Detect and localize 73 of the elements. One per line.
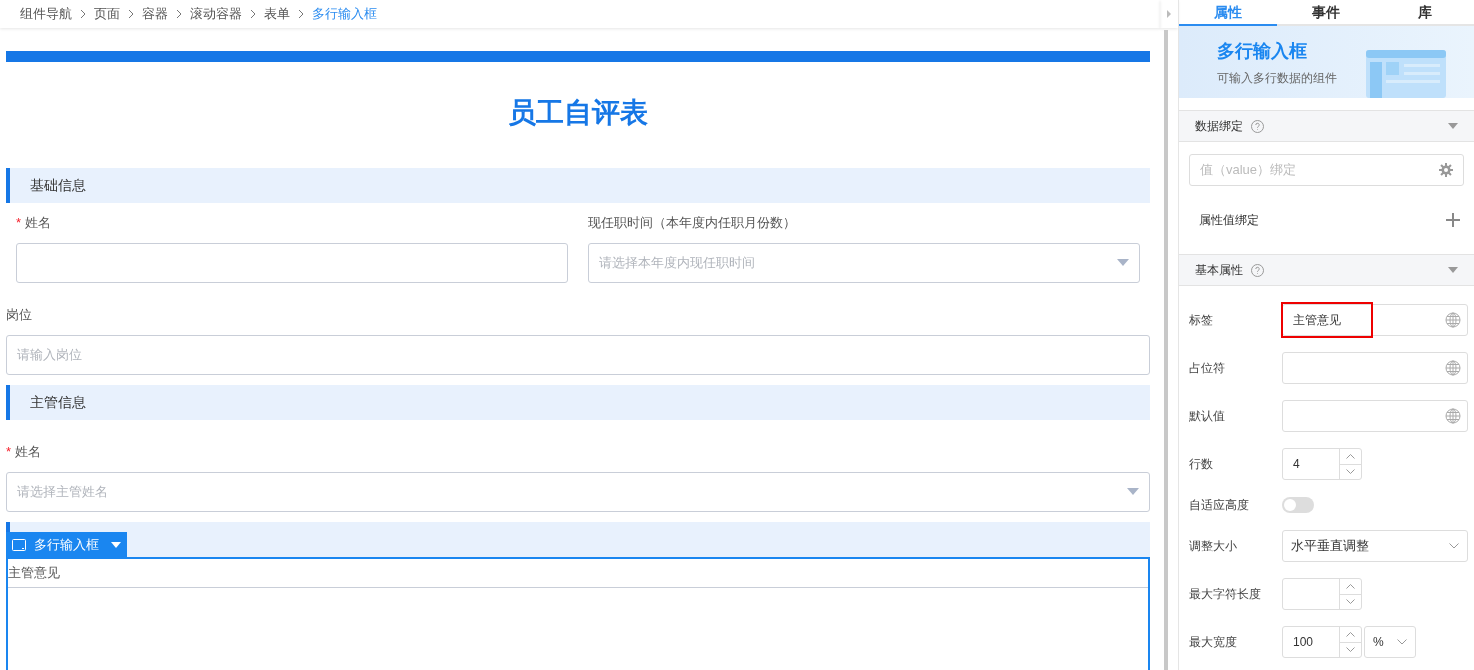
property-label: 占位符 <box>1189 360 1226 377</box>
field-label: 主管意见 <box>8 564 61 583</box>
chevron-right-icon <box>250 9 256 19</box>
textarea-component[interactable]: 主管意见 <box>6 557 1150 670</box>
component-tag[interactable]: 多行输入框 <box>6 532 127 557</box>
chevron-down-icon[interactable] <box>1346 599 1355 605</box>
globe-icon[interactable] <box>1445 360 1461 376</box>
property-label: 最大宽度 <box>1189 634 1238 651</box>
chevron-right-icon <box>80 9 86 19</box>
stepper[interactable] <box>1339 627 1361 657</box>
property-label: 最大字符长度 <box>1189 586 1262 603</box>
property-label: 调整大小 <box>1189 538 1238 555</box>
breadcrumb-link[interactable]: 组件导航 <box>20 4 72 24</box>
panel-tab[interactable]: 库 <box>1375 0 1474 26</box>
section-header: 主管信息 <box>6 385 1150 420</box>
chevron-up-icon[interactable] <box>1346 631 1355 637</box>
banner-title: 多行输入框 <box>1217 39 1308 63</box>
binding-label: 属性值绑定 <box>1199 212 1259 229</box>
property-label: 行数 <box>1189 456 1214 473</box>
number-field[interactable] <box>1282 578 1362 610</box>
globe-icon[interactable] <box>1445 408 1461 424</box>
dropdown-caret-icon <box>111 541 121 548</box>
chevron-down-icon[interactable] <box>1346 647 1355 653</box>
chevron-up-icon[interactable] <box>1346 453 1355 459</box>
dropdown-caret-icon <box>1117 259 1129 267</box>
chevron-down-icon <box>1397 639 1407 645</box>
breadcrumb-link[interactable]: 表单 <box>264 4 290 24</box>
required-mark: * <box>16 214 22 233</box>
field-label: 现任职时间（本年度内任职月份数） <box>588 214 796 233</box>
banner-subtitle: 可输入多行数据的组件 <box>1217 69 1337 87</box>
property-label: 标签 <box>1189 312 1214 329</box>
field-label: 姓名 <box>25 214 52 233</box>
add-icon[interactable] <box>1446 213 1460 227</box>
help-icon[interactable] <box>1251 263 1264 277</box>
stepper[interactable] <box>1339 449 1361 479</box>
unit-select[interactable]: % <box>1364 626 1416 658</box>
textarea-icon <box>12 538 26 551</box>
number-field[interactable]: 4 <box>1282 448 1362 480</box>
breadcrumb-link[interactable]: 滚动容器 <box>190 4 242 24</box>
chevron-up-icon[interactable] <box>1346 583 1355 589</box>
property-label: 默认值 <box>1189 408 1226 425</box>
settings-icon[interactable] <box>1439 163 1453 177</box>
chevron-right-icon <box>128 9 134 19</box>
group-header[interactable]: 数据绑定 <box>1179 110 1474 142</box>
collapse-caret-icon[interactable] <box>1448 267 1458 273</box>
breadcrumb-link[interactable]: 容器 <box>142 4 168 24</box>
breadcrumb-link[interactable]: 页面 <box>94 4 120 24</box>
text-field[interactable] <box>1282 352 1468 384</box>
globe-icon[interactable] <box>1445 312 1461 328</box>
group-header[interactable]: 基本属性 <box>1179 254 1474 286</box>
select-field[interactable]: 水平垂直调整 <box>1282 530 1468 562</box>
dropdown-caret-icon <box>1127 488 1139 496</box>
text-field[interactable]: 主管意见 <box>1282 304 1468 336</box>
text-field[interactable] <box>1282 400 1468 432</box>
collapse-caret-icon[interactable] <box>1448 123 1458 129</box>
expand-icon[interactable] <box>1166 10 1172 18</box>
field-label: 姓名 <box>15 443 42 462</box>
breadcrumb-link[interactable]: 多行输入框 <box>312 4 377 24</box>
field-label: 岗位 <box>6 306 32 325</box>
property-label: 自适应高度 <box>1189 497 1250 514</box>
section-header: 基础信息 <box>6 168 1150 203</box>
input-field[interactable] <box>16 243 568 283</box>
toggle-switch[interactable] <box>1282 497 1314 513</box>
form-title: 员工自评表 <box>508 97 648 128</box>
chevron-down-icon[interactable] <box>1346 469 1355 475</box>
chevron-down-icon <box>1449 543 1459 549</box>
chevron-right-icon <box>298 9 304 19</box>
stepper[interactable] <box>1339 579 1361 609</box>
help-icon[interactable] <box>1251 119 1264 133</box>
chevron-right-icon <box>176 9 182 19</box>
required-mark: * <box>6 443 12 462</box>
panel-tab[interactable]: 事件 <box>1277 0 1376 26</box>
number-field[interactable]: 100 <box>1282 626 1362 658</box>
